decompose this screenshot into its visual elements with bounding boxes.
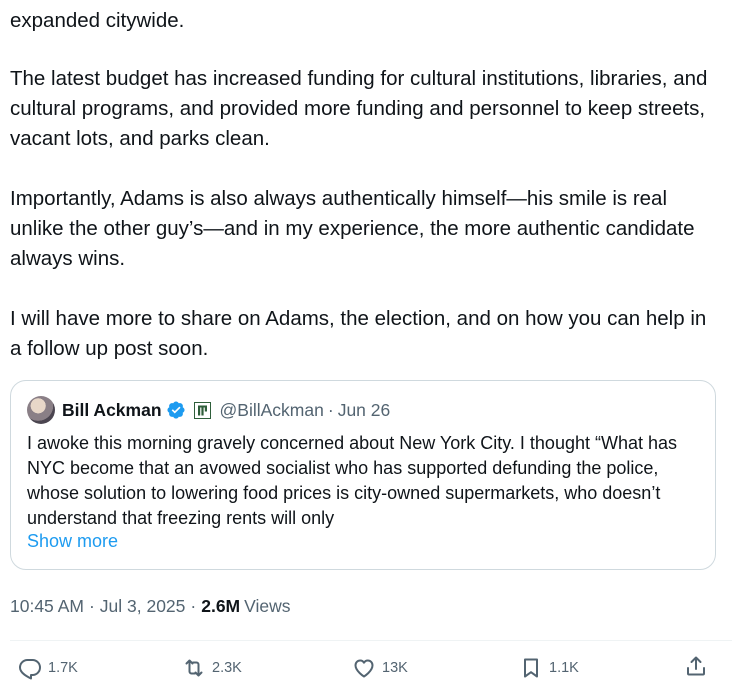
quoted-author-handle[interactable]: @BillAckman [220,400,324,421]
quoted-tweet-date[interactable]: Jun 26 [338,400,391,421]
tweet-paragraph: I will have more to share on Adams, the … [10,307,707,360]
tweet-date[interactable]: Jul 3, 2025 [100,596,186,617]
tweet-meta: 10:45 AM · Jul 3, 2025 · 2.6M Views [10,592,291,620]
separator: · [190,595,197,616]
bookmark-icon [524,658,538,678]
separator: · [327,399,334,420]
tweet-paragraph: Importantly, Adams is also always authen… [10,187,695,270]
like-button[interactable]: 13K [352,656,408,680]
affiliation-badge-icon [193,401,211,419]
retweet-count: 2.3K [212,660,242,676]
quoted-tweet-header: Bill Ackman @BillAckman · Jun 26 [27,395,390,425]
bookmark-count: 1.1K [549,660,579,676]
share-button[interactable] [684,654,708,678]
views-count[interactable]: 2.6M [201,596,240,617]
bookmark-button[interactable]: 1.1K [519,656,579,680]
quoted-author-name[interactable]: Bill Ackman [62,400,162,421]
reply-button[interactable]: 1.7K [18,656,78,680]
retweet-button[interactable]: 2.3K [182,656,242,680]
tweet-paragraph: The latest budget has increased funding … [10,67,708,150]
action-bar: 1.7K 2.3K 13K 1.1K [0,648,732,688]
separator: · [88,595,95,616]
heart-icon [354,659,374,678]
share-icon [687,656,705,676]
quoted-tweet-text: I awoke this morning gravely concerned a… [27,433,678,528]
retweet-icon [185,659,203,677]
reply-icon [19,659,41,680]
show-more-link[interactable]: Show more [27,531,118,552]
like-count: 13K [382,660,408,676]
divider [10,640,732,641]
verified-badge-icon [166,401,185,419]
tweet-time[interactable]: 10:45 AM [10,596,84,617]
reply-count: 1.7K [48,660,78,676]
tweet-paragraph: expanded citywide. [10,9,185,32]
quoted-tweet-card[interactable]: Bill Ackman @BillAckman · Jun 26 I awoke… [10,380,716,570]
views-label: Views [244,595,291,616]
avatar[interactable] [27,396,55,424]
